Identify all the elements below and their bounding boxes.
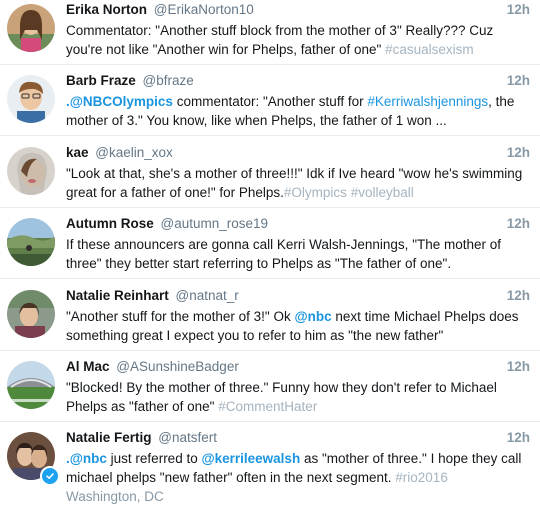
- tweet-text: .@nbc just referred to @kerrileewalsh as…: [66, 449, 530, 487]
- tweet-text: If these announcers are gonna call Kerri…: [66, 235, 530, 273]
- avatar[interactable]: [7, 75, 55, 123]
- tweet-author-handle[interactable]: @autumn_rose19: [161, 216, 269, 231]
- tweet-item[interactable]: Natalie Reinhart @natnat_r 12h "Another …: [0, 286, 540, 351]
- tweet-item[interactable]: Natalie Fertig @natsfert 12h .@nbc just …: [0, 428, 540, 504]
- hashtag-link[interactable]: #CommentHater: [218, 399, 317, 414]
- tweet-author-handle[interactable]: @natnat_r: [176, 288, 239, 303]
- mention-link[interactable]: .@NBCOlympics: [66, 94, 173, 109]
- tweet-item[interactable]: kae @kaelin_xox 12h "Look at that, she's…: [0, 143, 540, 208]
- avatar[interactable]: [7, 218, 55, 266]
- tweet-feed: Erika Norton @ErikaNorton10 12h Commenta…: [0, 0, 540, 504]
- tweet-author-handle[interactable]: @ASunshineBadger: [116, 359, 239, 374]
- tweet-item[interactable]: Autumn Rose @autumn_rose19 12h If these …: [0, 214, 540, 279]
- tweet-timestamp[interactable]: 12h: [507, 143, 530, 162]
- avatar[interactable]: [7, 4, 55, 52]
- tweet-text-segment: commentator: "Another stuff for: [172, 94, 368, 109]
- tweet-item[interactable]: Al Mac @ASunshineBadger 12h "Blocked! By…: [0, 357, 540, 422]
- tweet-timestamp[interactable]: 12h: [507, 357, 530, 376]
- tweet-text: .@NBCOlympics commentator: "Another stuf…: [66, 92, 530, 130]
- tweet-text: Commentator: "Another stuff block from t…: [66, 21, 530, 59]
- tweet-author-name[interactable]: Autumn Rose: [66, 216, 154, 231]
- tweet-author-handle[interactable]: @bfraze: [143, 73, 194, 88]
- verified-check-icon: [40, 466, 60, 486]
- tweet-author-name[interactable]: Erika Norton: [66, 2, 147, 17]
- tweet-location[interactable]: Washington, DC: [66, 487, 530, 506]
- tweet-author-name[interactable]: Natalie Reinhart: [66, 288, 169, 303]
- tweet-author-name[interactable]: Al Mac: [66, 359, 110, 374]
- avatar[interactable]: [7, 361, 55, 409]
- tweet-timestamp[interactable]: 12h: [507, 428, 530, 447]
- hashtag-link[interactable]: #casualsexism: [385, 42, 474, 57]
- tweet-text-segment: "Another stuff for the mother of 3!" Ok: [66, 309, 295, 324]
- avatar[interactable]: [7, 147, 55, 195]
- tweet-text-segment: If these announcers are gonna call Kerri…: [66, 237, 502, 271]
- hashtag-link[interactable]: #Olympics: [284, 185, 347, 200]
- tweet-author-name[interactable]: kae: [66, 145, 89, 160]
- tweet-text: "Blocked! By the mother of three." Funny…: [66, 378, 530, 416]
- tweet-author-name[interactable]: Natalie Fertig: [66, 430, 152, 445]
- tweet-author-handle[interactable]: @kaelin_xox: [95, 145, 173, 160]
- tweet-author-name[interactable]: Barb Fraze: [66, 73, 136, 88]
- tweet-item[interactable]: Erika Norton @ErikaNorton10 12h Commenta…: [0, 0, 540, 65]
- tweet-item[interactable]: Barb Fraze @bfraze 12h .@NBCOlympics com…: [0, 71, 540, 136]
- tweet-timestamp[interactable]: 12h: [507, 286, 530, 305]
- tweet-timestamp[interactable]: 12h: [507, 0, 530, 19]
- mention-link[interactable]: .@nbc: [66, 451, 107, 466]
- hashtag-link[interactable]: #Kerriwalshjennings: [367, 94, 488, 109]
- mention-link[interactable]: @kerrileewalsh: [201, 451, 300, 466]
- tweet-author-handle[interactable]: @natsfert: [158, 430, 217, 445]
- hashtag-link[interactable]: #rio2016: [395, 470, 448, 485]
- tweet-text: "Another stuff for the mother of 3!" Ok …: [66, 307, 530, 345]
- avatar[interactable]: [7, 290, 55, 338]
- mention-link[interactable]: @nbc: [294, 309, 331, 324]
- tweet-timestamp[interactable]: 12h: [507, 214, 530, 233]
- tweet-timestamp[interactable]: 12h: [507, 71, 530, 90]
- tweet-text: "Look at that, she's a mother of three!!…: [66, 164, 530, 202]
- tweet-author-handle[interactable]: @ErikaNorton10: [154, 2, 254, 17]
- hashtag-link[interactable]: #volleyball: [351, 185, 414, 200]
- tweet-text-segment: just referred to: [106, 451, 202, 466]
